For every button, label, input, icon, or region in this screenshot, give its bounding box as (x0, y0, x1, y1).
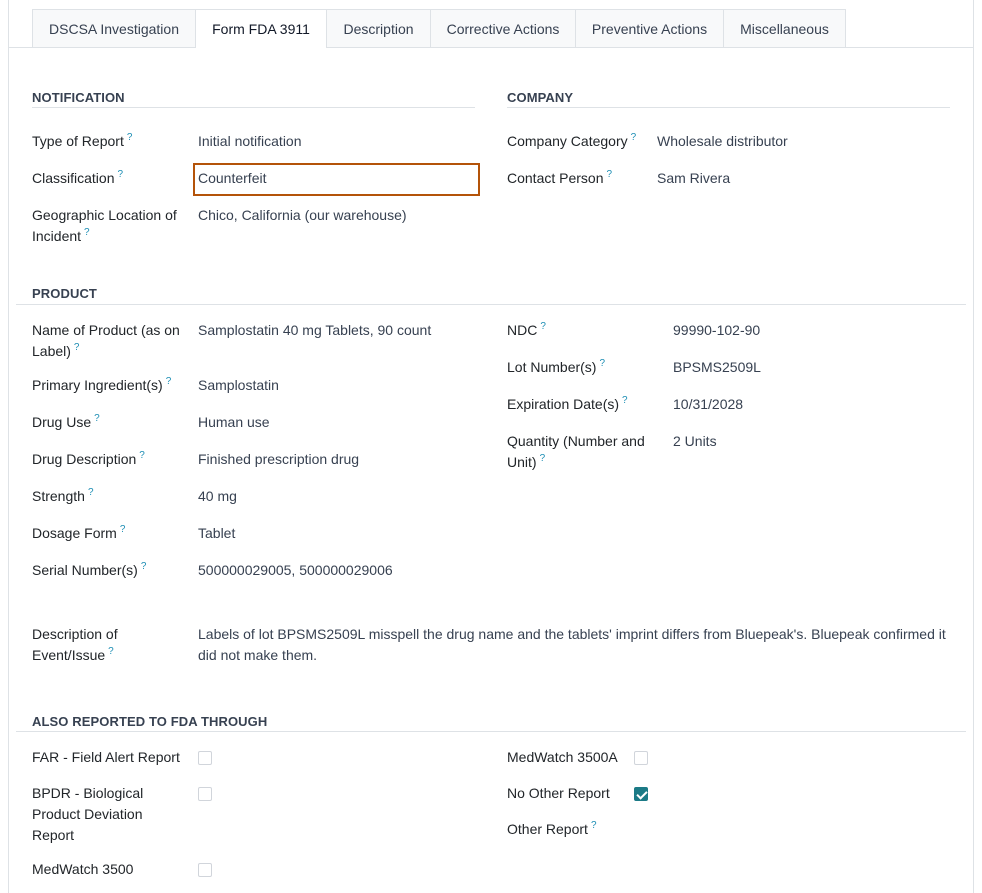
help-icon[interactable]: ? (166, 376, 172, 387)
serial-numbers-value[interactable]: 500000029005, 500000029006 (198, 560, 393, 581)
help-icon[interactable]: ? (540, 453, 546, 464)
tab-dscsa-investigation[interactable]: DSCSA Investigation (32, 9, 196, 47)
medwatch-3500-checkbox[interactable] (198, 863, 212, 877)
medwatch-3500a-label: MedWatch 3500A (507, 749, 618, 765)
event-description-label: Description of Event/Issue? (32, 626, 118, 663)
tab-corrective-actions[interactable]: Corrective Actions (430, 9, 576, 47)
product-name-value[interactable]: Samplostatin 40 mg Tablets, 90 count (198, 320, 431, 341)
section-title-product: PRODUCT (32, 286, 97, 301)
drug-description-label: Drug Description? (32, 450, 145, 467)
strength-value[interactable]: 40 mg (198, 486, 237, 507)
help-icon[interactable]: ? (117, 169, 123, 180)
primary-ingredient-label: Primary Ingredient(s)? (32, 376, 172, 393)
help-icon[interactable]: ? (591, 820, 597, 831)
help-icon[interactable]: ? (141, 561, 147, 572)
tab-bar (8, 47, 974, 48)
expiration-date-label: Expiration Date(s)? (507, 395, 628, 412)
type-of-report-value[interactable]: Initial notification (198, 131, 302, 152)
help-icon[interactable]: ? (607, 169, 613, 180)
section-divider (16, 304, 966, 305)
help-icon[interactable]: ? (540, 321, 546, 332)
expiration-date-value[interactable]: 10/31/2028 (673, 394, 743, 415)
product-name-label: Name of Product (as on Label)? (32, 322, 180, 359)
event-description-value[interactable]: Labels of lot BPSMS2509L misspell the dr… (198, 624, 958, 666)
tab-preventive-actions[interactable]: Preventive Actions (575, 9, 724, 47)
help-icon[interactable]: ? (108, 646, 114, 657)
bpdr-label: BPDR - Biological Product Deviation Report (32, 785, 144, 843)
contact-person-label: Contact Person? (507, 169, 613, 186)
section-divider (16, 731, 966, 732)
type-of-report-label: Type of Report? (32, 132, 133, 149)
dosage-form-value[interactable]: Tablet (198, 523, 235, 544)
help-icon[interactable]: ? (599, 358, 605, 369)
tab-form-fda-3911[interactable]: Form FDA 3911 (195, 9, 327, 48)
help-icon[interactable]: ? (622, 395, 628, 406)
ndc-value[interactable]: 99990-102-90 (673, 320, 760, 341)
help-icon[interactable]: ? (120, 524, 126, 535)
help-icon[interactable]: ? (127, 132, 133, 143)
lot-numbers-label: Lot Number(s)? (507, 358, 606, 375)
far-label: FAR - Field Alert Report (32, 749, 180, 765)
no-other-report-label: No Other Report (507, 785, 610, 801)
no-other-report-checkbox[interactable] (634, 787, 648, 801)
geographic-location-value[interactable]: Chico, California (our warehouse) (198, 205, 407, 226)
company-category-label: Company Category? (507, 132, 637, 149)
help-icon[interactable]: ? (139, 450, 145, 461)
strength-label: Strength? (32, 487, 94, 504)
tab-description[interactable]: Description (326, 9, 431, 47)
section-title-company: COMPANY (507, 90, 574, 105)
medwatch-3500-label: MedWatch 3500 (32, 861, 134, 877)
section-title-also-reported: ALSO REPORTED TO FDA THROUGH (32, 714, 268, 729)
contact-person-value[interactable]: Sam Rivera (657, 168, 730, 189)
serial-numbers-label: Serial Number(s)? (32, 561, 147, 578)
geographic-location-label: Geographic Location of Incident? (32, 207, 177, 244)
primary-ingredient-value[interactable]: Samplostatin (198, 375, 279, 396)
section-divider (32, 107, 475, 108)
help-icon[interactable]: ? (74, 342, 80, 353)
section-title-notification: NOTIFICATION (32, 90, 125, 105)
ndc-label: NDC? (507, 321, 546, 338)
help-icon[interactable]: ? (84, 227, 90, 238)
lot-numbers-value[interactable]: BPSMS2509L (673, 357, 761, 378)
bpdr-checkbox[interactable] (198, 787, 212, 801)
help-icon[interactable]: ? (631, 132, 637, 143)
drug-description-value[interactable]: Finished prescription drug (198, 449, 359, 470)
help-icon[interactable]: ? (88, 487, 94, 498)
help-icon[interactable]: ? (94, 413, 100, 424)
other-report-label: Other Report? (507, 820, 597, 837)
quantity-label: Quantity (Number and Unit)? (507, 433, 645, 470)
far-checkbox[interactable] (198, 751, 212, 765)
classification-value[interactable]: Counterfeit (198, 168, 266, 189)
classification-label: Classification? (32, 169, 124, 186)
drug-use-label: Drug Use? (32, 413, 100, 430)
medwatch-3500a-checkbox[interactable] (634, 751, 648, 765)
tab-miscellaneous[interactable]: Miscellaneous (723, 9, 846, 47)
dosage-form-label: Dosage Form? (32, 524, 126, 541)
drug-use-value[interactable]: Human use (198, 412, 270, 433)
company-category-value[interactable]: Wholesale distributor (657, 131, 788, 152)
section-divider (507, 107, 950, 108)
quantity-value[interactable]: 2 Units (673, 431, 717, 452)
